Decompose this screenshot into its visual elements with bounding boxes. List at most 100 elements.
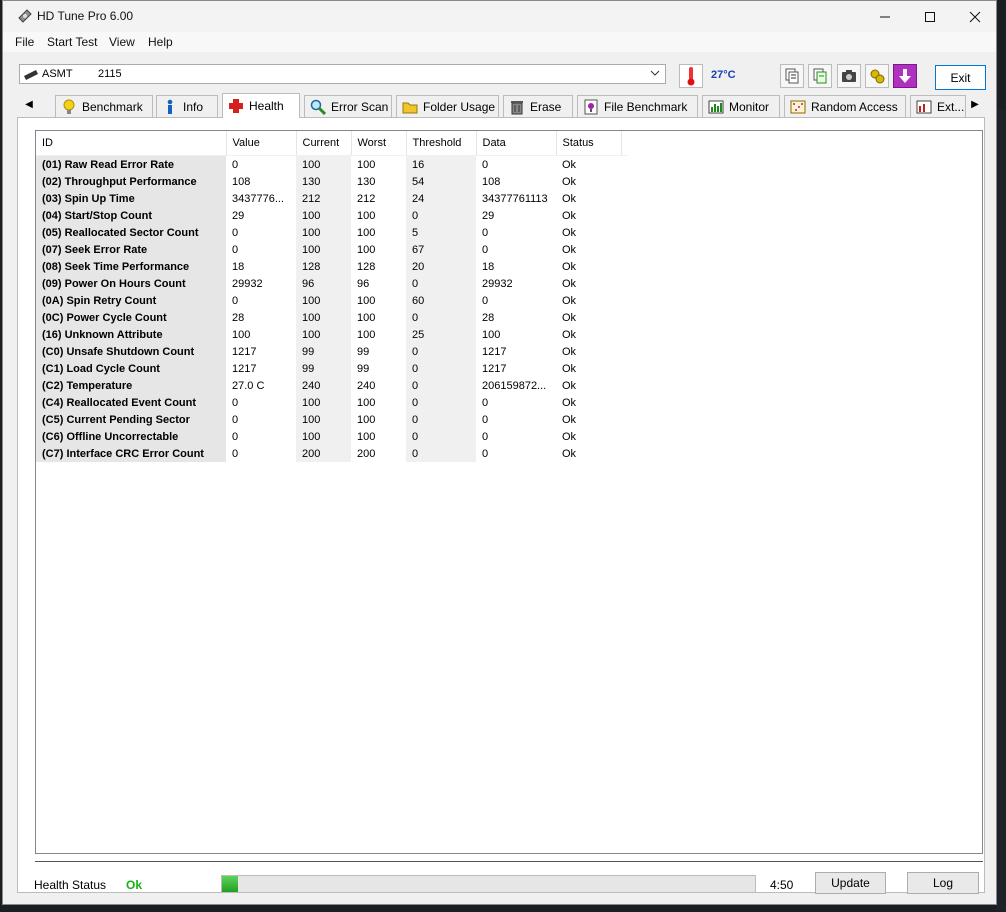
table-row[interactable]: (04) Start/Stop Count 29 100 100 0 29 Ok [36,207,628,224]
table-row[interactable]: (01) Raw Read Error Rate 0 100 100 16 0 Ok [36,155,628,173]
cell-status: Ok [562,379,577,392]
cell-attribute-id: (C1) Load Cycle Count [36,360,226,377]
download-arrow-icon[interactable] [893,64,917,88]
table-row[interactable]: (03) Spin Up Time 3437776... 212 212 24 34377… [36,190,628,207]
cell-current: 96 [296,275,351,292]
cell-status: Ok [562,243,577,256]
tab-scroll-left-icon[interactable]: ◀ [23,97,35,111]
log-button[interactable]: Log [907,872,979,894]
tab-benchmark[interactable]: Benchmark [55,95,153,117]
column-header-id[interactable]: ID [36,131,227,156]
cell-attribute-id: (0A) Spin Retry Count [36,292,226,309]
tab-extra-tests[interactable]: Ext... [910,95,966,117]
column-header-worst[interactable]: Worst [351,131,407,156]
copy-info-button[interactable] [780,64,804,88]
table-row[interactable]: (0A) Spin Retry Count 0 100 100 60 0 Ok [36,292,628,309]
random-access-icon [789,98,807,116]
maximize-button[interactable] [907,1,953,32]
cell-value: 0 [232,413,239,426]
file-benchmark-icon [582,98,600,116]
tab-random-access[interactable]: Random Access [784,95,906,117]
update-button[interactable]: Update [815,872,886,894]
cell-threshold: 54 [406,173,476,190]
cell-data: 28 [482,311,495,324]
settings-gears-icon[interactable] [865,64,889,88]
table-row[interactable]: (07) Seek Error Rate 0 100 100 67 0 Ok [36,241,628,258]
cell-data: 0 [482,158,489,171]
tab-file-benchmark[interactable]: File Benchmark [577,95,698,117]
copy-all-button[interactable] [808,64,832,88]
cell-spacer [621,326,628,343]
cell-status: Ok [562,345,577,358]
tab-label: Monitor [729,99,770,114]
tab-monitor[interactable]: Monitor [702,95,780,117]
cell-spacer [621,258,628,275]
minimize-button[interactable] [862,1,908,32]
table-header: ID Value Current Worst Threshold Data St… [36,131,628,156]
cell-status: Ok [562,396,577,409]
smart-attributes-table[interactable]: ID Value Current Worst Threshold Data St… [35,130,983,854]
cell-threshold: 0 [406,394,476,411]
column-header-status[interactable]: Status [556,131,622,156]
tab-health[interactable]: Health [222,93,300,118]
close-button[interactable] [952,1,998,32]
tab-folder-usage[interactable]: Folder Usage [396,95,499,117]
table-row[interactable]: (C1) Load Cycle Count 1217 99 99 0 1217 Ok [36,360,628,377]
column-header-value[interactable]: Value [226,131,297,156]
cell-status: Ok [562,175,577,188]
camera-icon[interactable] [837,64,861,88]
column-header-data[interactable]: Data [476,131,557,156]
table-row[interactable]: (08) Seek Time Performance 18 128 128 20 18 Ok [36,258,628,275]
table-row[interactable]: (C7) Interface CRC Error Count 0 200 200 0 0 O… [36,445,628,462]
table-row[interactable]: (C4) Reallocated Event Count 0 100 100 0 0 Ok [36,394,628,411]
tab-error-scan[interactable]: Error Scan [304,95,392,117]
column-header-threshold[interactable]: Threshold [406,131,477,156]
tab-info[interactable]: Info [156,95,218,117]
info-icon [161,98,179,116]
table-row[interactable]: (C2) Temperature 27.0 C 240 240 0 206159872..… [36,377,628,394]
table-row[interactable]: (09) Power On Hours Count 29932 96 96 0 29932… [36,275,628,292]
cell-spacer [621,343,628,360]
cell-value: 1217 [232,362,257,375]
exit-button[interactable]: Exit [935,65,986,90]
tab-label: Folder Usage [423,99,496,114]
folder-icon [401,98,419,116]
menu-file[interactable]: File [15,35,34,49]
cell-spacer [621,445,628,462]
cell-worst: 100 [357,226,376,239]
cell-current: 100 [296,224,351,241]
cell-data: 0 [482,430,489,443]
cell-spacer [621,428,628,445]
cell-data: 0 [482,243,489,256]
table-row[interactable]: (C6) Offline Uncorrectable 0 100 100 0 0 Ok [36,428,628,445]
drive-select[interactable]: ASMT 2115 [19,64,666,84]
table-row[interactable]: (C0) Unsafe Shutdown Count 1217 99 99 0 1217 O… [36,343,628,360]
chevron-down-icon[interactable] [649,67,661,82]
cell-threshold: 0 [406,309,476,326]
tab-scroll-right-icon[interactable]: ▶ [969,97,981,111]
cell-value: 29 [232,209,245,222]
cell-spacer [621,173,628,190]
cell-worst: 100 [357,430,376,443]
menu-help[interactable]: Help [148,35,173,49]
cell-value: 27.0 C [232,379,265,392]
cell-current: 130 [296,173,351,190]
tab-erase[interactable]: Erase [503,95,573,117]
cell-threshold: 0 [406,411,476,428]
cell-threshold: 0 [406,428,476,445]
cell-status: Ok [562,294,577,307]
cell-value: 18 [232,260,245,273]
menu-start-test[interactable]: Start Test [47,35,97,49]
table-row[interactable]: (0C) Power Cycle Count 28 100 100 0 28 Ok [36,309,628,326]
menu-view[interactable]: View [109,35,135,49]
health-status-label: Health Status [34,878,107,892]
cell-attribute-id: (02) Throughput Performance [36,173,226,190]
table-row[interactable]: (02) Throughput Performance 108 130 130 54 10… [36,173,628,190]
table-row[interactable]: (16) Unknown Attribute 100 100 100 25 100 Ok [36,326,628,343]
tab-bar: ◀ Benchmark Info Health Error Scan Folde… [17,93,985,118]
table-row[interactable]: (05) Reallocated Sector Count 0 100 100 5 0 Ok [36,224,628,241]
cell-data: 100 [482,328,501,341]
cell-spacer [621,360,628,377]
column-header-current[interactable]: Current [296,131,352,156]
table-row[interactable]: (C5) Current Pending Sector 0 100 100 0 0 Ok [36,411,628,428]
